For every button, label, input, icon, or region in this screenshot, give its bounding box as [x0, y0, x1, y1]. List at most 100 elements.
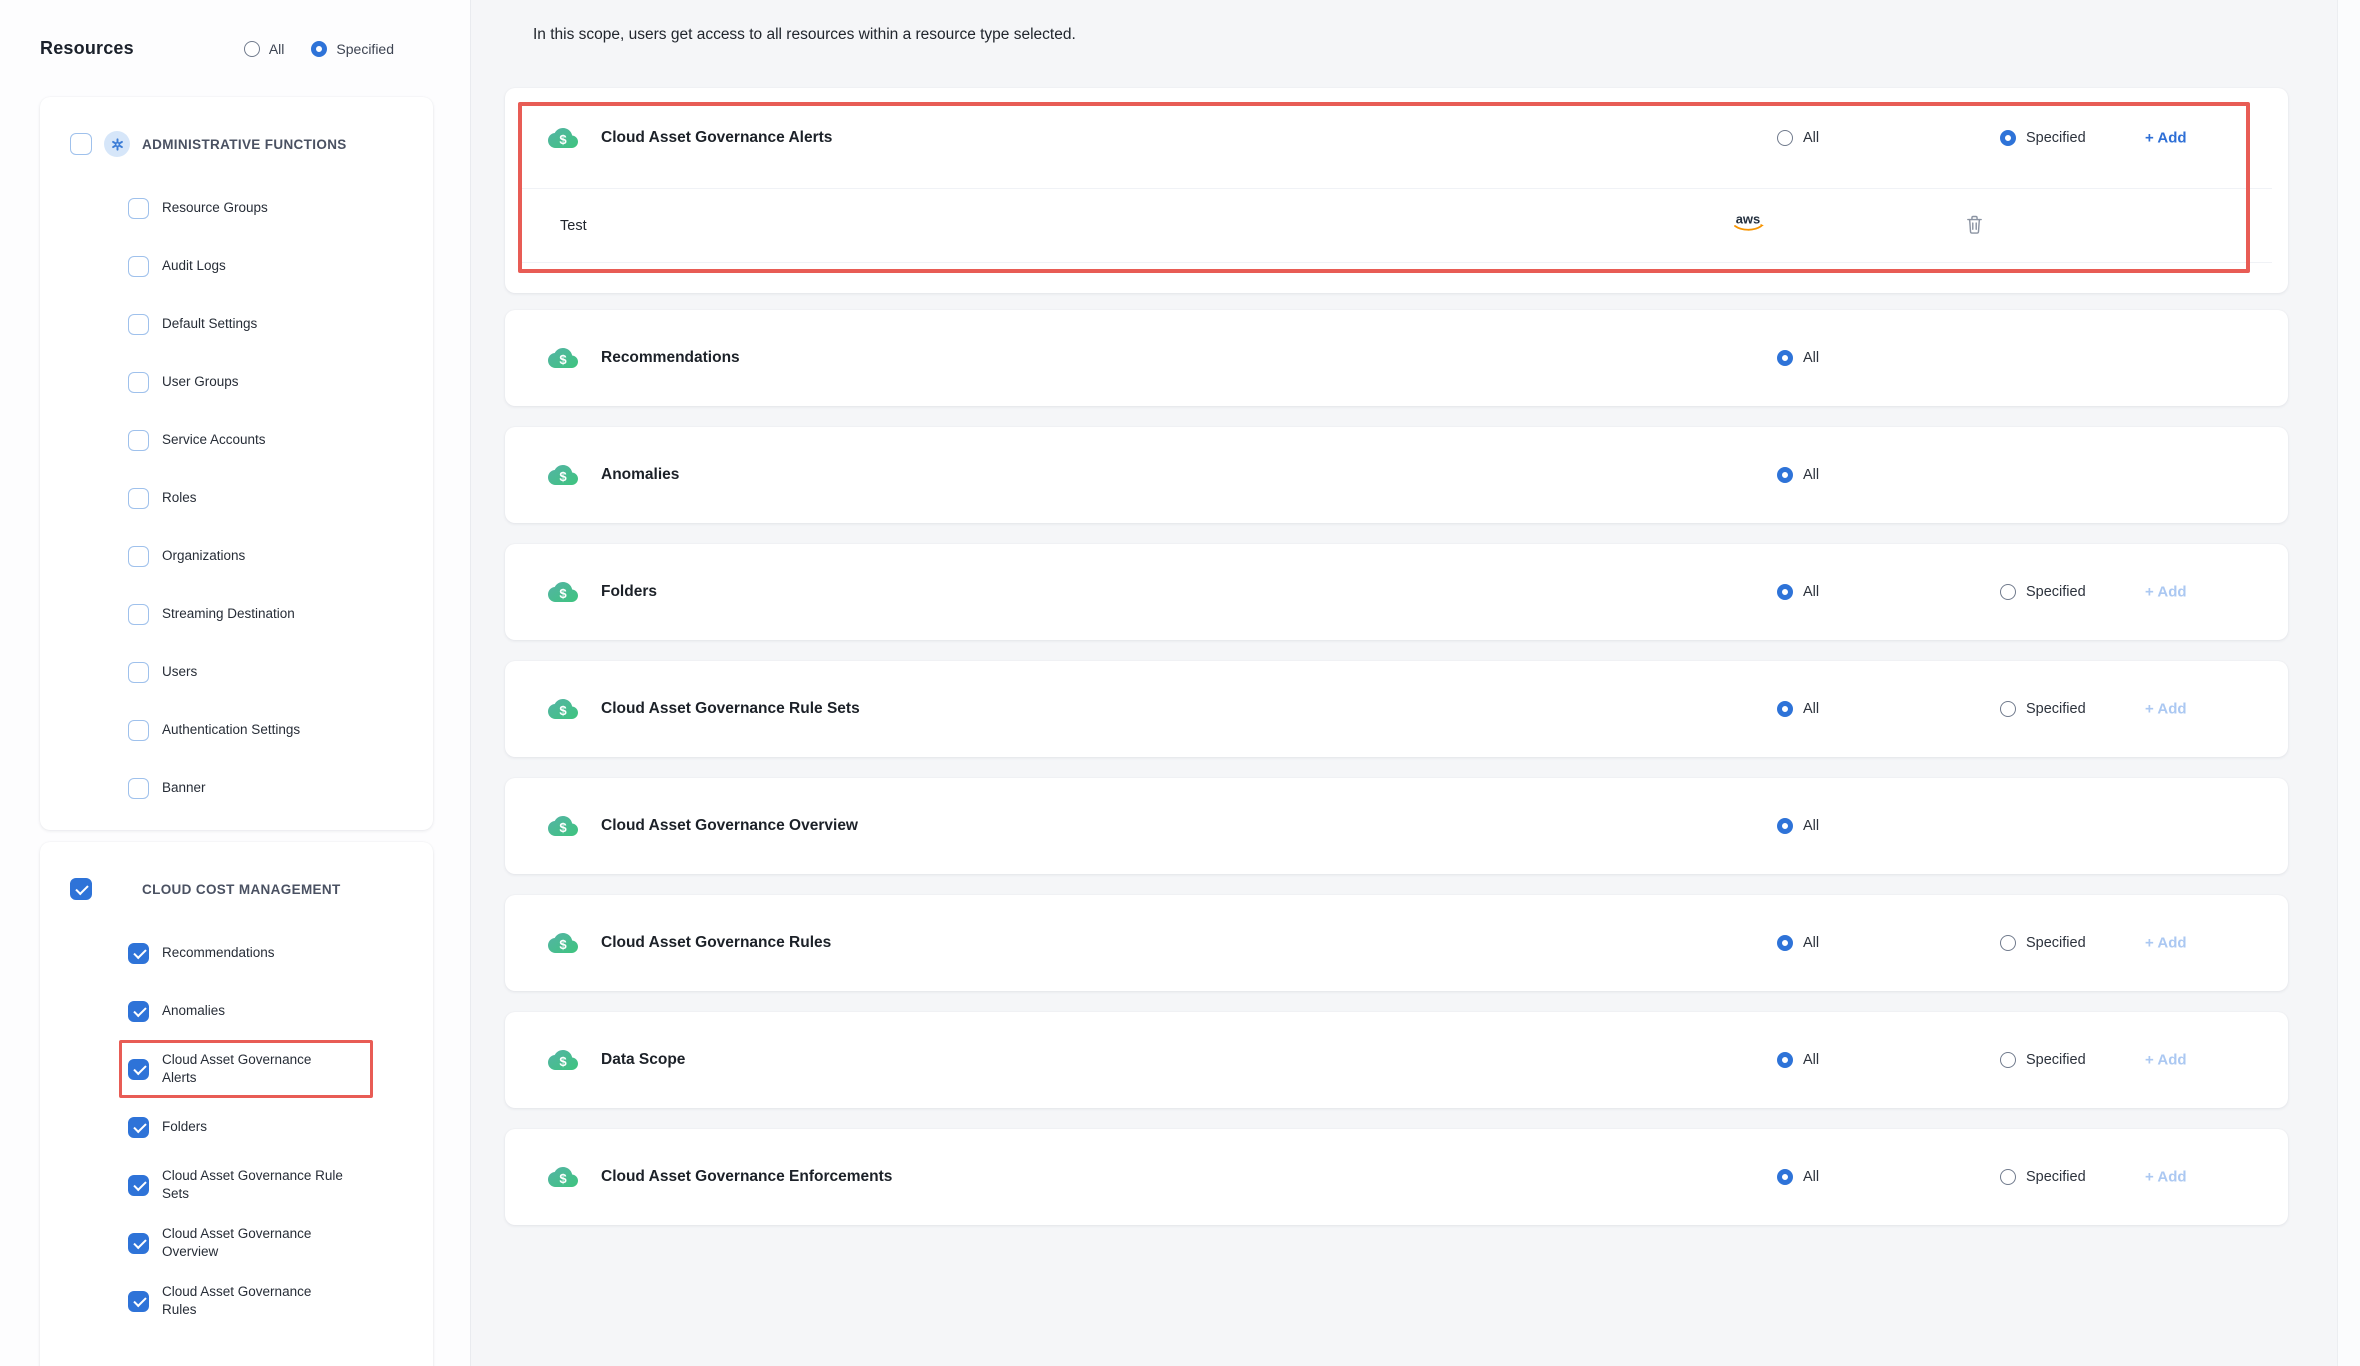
- item-checkbox[interactable]: [128, 1291, 149, 1312]
- resource-type-label: Cloud Asset Governance Rule Sets: [601, 700, 860, 718]
- cloud-dollar-icon: $: [545, 343, 581, 373]
- item-checkbox[interactable]: [128, 372, 149, 393]
- radio-icon[interactable]: [1777, 701, 1793, 717]
- sidebar-item[interactable]: Audit Logs: [128, 237, 415, 295]
- add-button[interactable]: + Add: [2145, 1169, 2187, 1186]
- item-checkbox[interactable]: [128, 1117, 149, 1138]
- sidebar-item[interactable]: Resource Groups: [128, 179, 415, 237]
- item-checkbox[interactable]: [128, 662, 149, 683]
- cloud-dollar-icon: $: [545, 694, 581, 724]
- item-checkbox[interactable]: [128, 198, 149, 219]
- resource-row-header: $ Cloud Asset Governance Enforcements Al…: [505, 1129, 2288, 1225]
- add-button[interactable]: + Add: [2145, 1052, 2187, 1069]
- item-checkbox[interactable]: [128, 314, 149, 335]
- group-checkbox[interactable]: [70, 878, 92, 900]
- sidebar-item[interactable]: Banner: [128, 759, 415, 817]
- radio-icon[interactable]: [1777, 350, 1793, 366]
- radio-all[interactable]: All: [1777, 935, 1819, 951]
- radio-specified-label: Specified: [2026, 1169, 2086, 1185]
- radio-all[interactable]: All: [1777, 584, 1819, 600]
- add-button[interactable]: + Add: [2145, 701, 2187, 718]
- item-checkbox[interactable]: [128, 430, 149, 451]
- radio-all[interactable]: All: [1777, 1052, 1819, 1068]
- resource-row-header: $ Folders All Specified + Add: [505, 544, 2288, 640]
- radio-all[interactable]: All: [1777, 1169, 1819, 1185]
- sidebar-item[interactable]: Roles: [128, 469, 415, 527]
- resource-row: $ Data Scope All Specified + Add aws: [505, 1012, 2288, 1108]
- sidebar-item[interactable]: Authentication Settings: [128, 701, 415, 759]
- add-button[interactable]: + Add: [2145, 935, 2187, 952]
- sidebar-item[interactable]: Cloud Asset Governance Alerts: [128, 1040, 415, 1098]
- sidebar-item[interactable]: Default Settings: [128, 295, 415, 353]
- radio-icon[interactable]: [2000, 584, 2016, 600]
- radio-icon[interactable]: [1777, 467, 1793, 483]
- resource-rows: $ Cloud Asset Governance Alerts All Spec…: [505, 0, 2288, 1366]
- radio-icon[interactable]: [2000, 935, 2016, 951]
- item-checkbox[interactable]: [128, 943, 149, 964]
- radio-specified[interactable]: Specified: [2000, 1052, 2086, 1068]
- radio-icon[interactable]: [2000, 130, 2016, 146]
- svg-text:$: $: [559, 352, 567, 367]
- item-checkbox[interactable]: [128, 778, 149, 799]
- radio-specified[interactable]: Specified: [2000, 130, 2086, 146]
- sidebar-item[interactable]: Cloud Asset Governance Overview: [128, 1214, 415, 1272]
- sidebar-item-label: User Groups: [162, 373, 239, 391]
- radio-icon[interactable]: [2000, 1169, 2016, 1185]
- sidebar-item-label: Authentication Settings: [162, 721, 300, 739]
- sidebar-item[interactable]: Folders: [128, 1098, 415, 1156]
- sidebar-item[interactable]: Users: [128, 643, 415, 701]
- radio-icon[interactable]: [1777, 818, 1793, 834]
- resource-row: $ Cloud Asset Governance Alerts All Spec…: [505, 88, 2288, 293]
- cloud-dollar-icon: $: [545, 1162, 581, 1192]
- radio-all-label: All: [1803, 1052, 1819, 1068]
- radio-all[interactable]: All: [1777, 701, 1819, 717]
- sidebar-item-label: Anomalies: [162, 1002, 225, 1020]
- sidebar-item[interactable]: Cloud Asset Governance Rules: [128, 1272, 415, 1330]
- item-checkbox[interactable]: [128, 1001, 149, 1022]
- item-checkbox[interactable]: [128, 1059, 149, 1080]
- radio-specified[interactable]: Specified: [2000, 701, 2086, 717]
- radio-specified-label: Specified: [2026, 584, 2086, 600]
- sidebar-group-header[interactable]: $ CLOUD COST MANAGEMENT: [40, 842, 433, 912]
- item-checkbox[interactable]: [128, 488, 149, 509]
- add-button[interactable]: + Add: [2145, 584, 2187, 601]
- sidebar-group-card: $ CLOUD COST MANAGEMENT Recommendations …: [40, 842, 433, 1366]
- radio-specified[interactable]: Specified: [2000, 935, 2086, 951]
- scrollbar-track[interactable]: [2337, 0, 2360, 1366]
- sidebar-item[interactable]: User Groups: [128, 353, 415, 411]
- item-checkbox[interactable]: [128, 1175, 149, 1196]
- radio-all[interactable]: All: [1777, 818, 1819, 834]
- resource-row: $ Cloud Asset Governance Enforcements Al…: [505, 1129, 2288, 1225]
- radio-icon[interactable]: [1777, 935, 1793, 951]
- cloud-dollar-icon: $: [545, 1045, 581, 1075]
- add-button[interactable]: + Add: [2145, 130, 2187, 147]
- radio-icon[interactable]: [1777, 584, 1793, 600]
- radio-all[interactable]: All: [1777, 467, 1819, 483]
- sidebar-group-header[interactable]: $ ADMINISTRATIVE FUNCTIONS: [40, 97, 433, 167]
- radio-icon[interactable]: [1777, 130, 1793, 146]
- item-checkbox[interactable]: [128, 720, 149, 741]
- group-checkbox[interactable]: [70, 133, 92, 155]
- sidebar-item-label: Users: [162, 663, 197, 681]
- item-checkbox[interactable]: [128, 604, 149, 625]
- svg-text:$: $: [559, 586, 567, 601]
- radio-all[interactable]: All: [1777, 130, 1819, 146]
- radio-icon[interactable]: [1777, 1052, 1793, 1068]
- sidebar-item[interactable]: Recommendations: [128, 924, 415, 982]
- radio-icon[interactable]: [2000, 701, 2016, 717]
- sidebar-item[interactable]: Anomalies: [128, 982, 415, 1040]
- sidebar-item[interactable]: Service Accounts: [128, 411, 415, 469]
- radio-icon[interactable]: [2000, 1052, 2016, 1068]
- item-checkbox[interactable]: [128, 1233, 149, 1254]
- item-checkbox[interactable]: [128, 256, 149, 277]
- radio-icon[interactable]: [1777, 1169, 1793, 1185]
- item-checkbox[interactable]: [128, 546, 149, 567]
- radio-specified[interactable]: Specified: [2000, 584, 2086, 600]
- radio-all[interactable]: All: [1777, 350, 1819, 366]
- radio-specified[interactable]: Specified: [2000, 1169, 2086, 1185]
- sidebar-groups: $ ADMINISTRATIVE FUNCTIONS Resource Grou…: [0, 0, 470, 1366]
- sidebar-item[interactable]: Cloud Asset Governance Rule Sets: [128, 1156, 415, 1214]
- sidebar-item[interactable]: Streaming Destination: [128, 585, 415, 643]
- sidebar-item[interactable]: Organizations: [128, 527, 415, 585]
- delete-entry-button[interactable]: [1965, 213, 1984, 238]
